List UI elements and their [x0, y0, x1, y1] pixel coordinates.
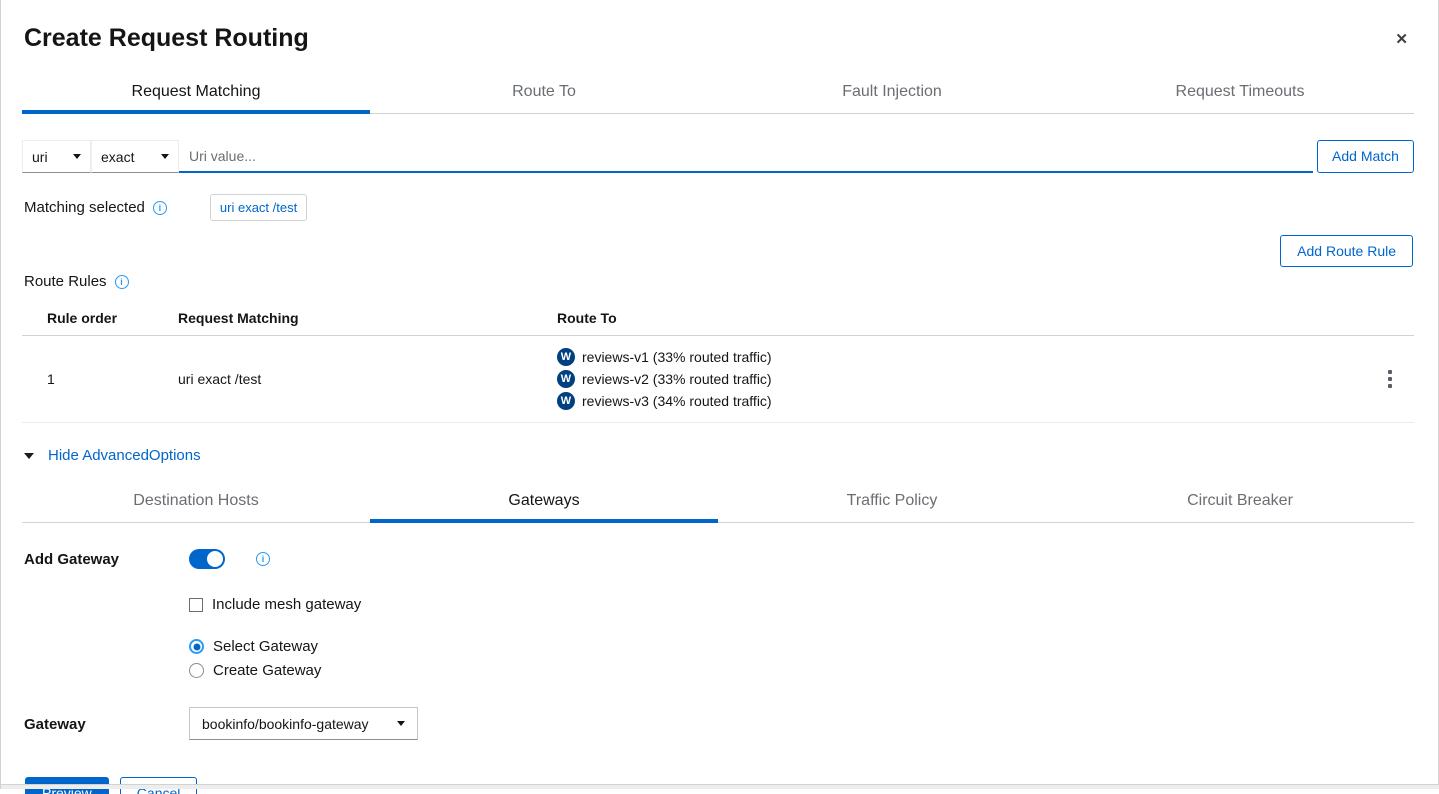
route-to-cell: W reviews-v1 (33% routed traffic) W revi…	[557, 348, 1366, 410]
route-rules-label: Route Rules	[24, 273, 107, 290]
match-chip[interactable]: uri exact /test	[210, 194, 307, 221]
table-row: 1 uri exact /test W reviews-v1 (33% rout…	[22, 336, 1414, 423]
workload-badge: W	[557, 392, 575, 410]
workload-badge: W	[557, 348, 575, 366]
match-operator-select[interactable]: exact	[91, 140, 179, 173]
kebab-menu-icon[interactable]	[1366, 348, 1414, 410]
table-header-row: Rule order Request Matching Route To	[22, 300, 1414, 336]
page-background-edge	[1, 784, 1439, 789]
match-field-select[interactable]: uri	[22, 140, 91, 173]
include-mesh-gateway-label[interactable]: Include mesh gateway	[212, 596, 361, 613]
match-operator-value: exact	[101, 149, 134, 165]
select-gateway-label[interactable]: Select Gateway	[213, 638, 318, 655]
gateway-select-value: bookinfo/bookinfo-gateway	[202, 716, 369, 732]
include-mesh-gateway-row: Include mesh gateway	[189, 596, 1414, 613]
main-tabs: Request Matching Route To Fault Injectio…	[22, 77, 1414, 114]
match-field-value: uri	[32, 149, 48, 165]
tab-request-timeouts[interactable]: Request Timeouts	[1066, 77, 1414, 113]
tab-gateways[interactable]: Gateways	[370, 486, 718, 522]
advanced-options-row: Hide AdvancedOptions	[24, 447, 1414, 464]
request-matching-cell: uri exact /test	[178, 348, 557, 410]
include-mesh-gateway-checkbox[interactable]	[189, 598, 203, 612]
gateway-form: Add Gateway i Include mesh gateway Selec…	[24, 549, 1414, 740]
route-rules-table: Rule order Request Matching Route To 1 u…	[22, 300, 1414, 423]
info-icon[interactable]: i	[256, 552, 270, 566]
chevron-down-icon[interactable]	[24, 453, 34, 459]
gateway-select-row: Gateway bookinfo/bookinfo-gateway	[24, 707, 1414, 740]
hide-advanced-options-link[interactable]: Hide AdvancedOptions	[48, 447, 201, 464]
workload-badge: W	[557, 370, 575, 388]
column-header-actions	[1366, 310, 1414, 326]
column-header-request-matching: Request Matching	[178, 310, 557, 326]
tab-circuit-breaker[interactable]: Circuit Breaker	[1066, 486, 1414, 522]
add-gateway-label: Add Gateway	[24, 549, 189, 568]
uri-value-input[interactable]	[179, 140, 1313, 173]
select-gateway-option: Select Gateway	[189, 638, 1414, 655]
create-gateway-radio[interactable]	[189, 663, 204, 678]
select-gateway-radio[interactable]	[189, 639, 204, 654]
gateway-mode-radio-group: Select Gateway Create Gateway	[189, 638, 1414, 679]
chevron-down-icon	[397, 721, 405, 726]
info-icon[interactable]: i	[115, 275, 129, 289]
tab-destination-hosts[interactable]: Destination Hosts	[22, 486, 370, 522]
tab-fault-injection[interactable]: Fault Injection	[718, 77, 1066, 113]
route-entry: W reviews-v1 (33% routed traffic)	[557, 348, 1366, 366]
add-route-rule-row: Add Route Rule	[22, 235, 1413, 267]
close-icon[interactable]: ✕	[1389, 26, 1414, 53]
add-gateway-toggle-wrap: i	[189, 549, 1414, 569]
create-gateway-option: Create Gateway	[189, 662, 1414, 679]
route-rules-label-row: Route Rules i	[24, 273, 1414, 290]
add-match-button[interactable]: Add Match	[1317, 140, 1414, 173]
tab-traffic-policy[interactable]: Traffic Policy	[718, 486, 1066, 522]
modal-header: Create Request Routing ✕	[1, 0, 1438, 53]
gateway-select[interactable]: bookinfo/bookinfo-gateway	[189, 707, 418, 740]
page-title: Create Request Routing	[24, 24, 309, 53]
route-entry-text: reviews-v1 (33% routed traffic)	[582, 349, 772, 365]
tab-route-to[interactable]: Route To	[370, 77, 718, 113]
advanced-sub-tabs: Destination Hosts Gateways Traffic Polic…	[22, 486, 1414, 523]
chevron-down-icon	[161, 154, 169, 159]
route-entry: W reviews-v3 (34% routed traffic)	[557, 392, 1366, 410]
create-request-routing-modal: Create Request Routing ✕ Request Matchin…	[0, 0, 1439, 789]
matching-selected-row: Matching selected i uri exact /test	[24, 194, 1414, 221]
matching-selected-label: Matching selected	[24, 199, 145, 216]
add-route-rule-button[interactable]: Add Route Rule	[1280, 235, 1413, 267]
column-header-route-to: Route To	[557, 310, 1366, 326]
tab-request-matching[interactable]: Request Matching	[22, 77, 370, 113]
add-gateway-row: Add Gateway i	[24, 549, 1414, 569]
gateway-label: Gateway	[24, 714, 189, 733]
chevron-down-icon	[73, 154, 81, 159]
match-builder-row: uri exact Add Match	[22, 140, 1414, 173]
create-gateway-label[interactable]: Create Gateway	[213, 662, 321, 679]
add-gateway-toggle[interactable]	[189, 549, 225, 569]
route-entry: W reviews-v2 (33% routed traffic)	[557, 370, 1366, 388]
route-entry-text: reviews-v3 (34% routed traffic)	[582, 393, 772, 409]
rule-order-cell: 1	[47, 348, 178, 410]
column-header-rule-order: Rule order	[47, 310, 178, 326]
route-entry-text: reviews-v2 (33% routed traffic)	[582, 371, 772, 387]
info-icon[interactable]: i	[153, 201, 167, 215]
